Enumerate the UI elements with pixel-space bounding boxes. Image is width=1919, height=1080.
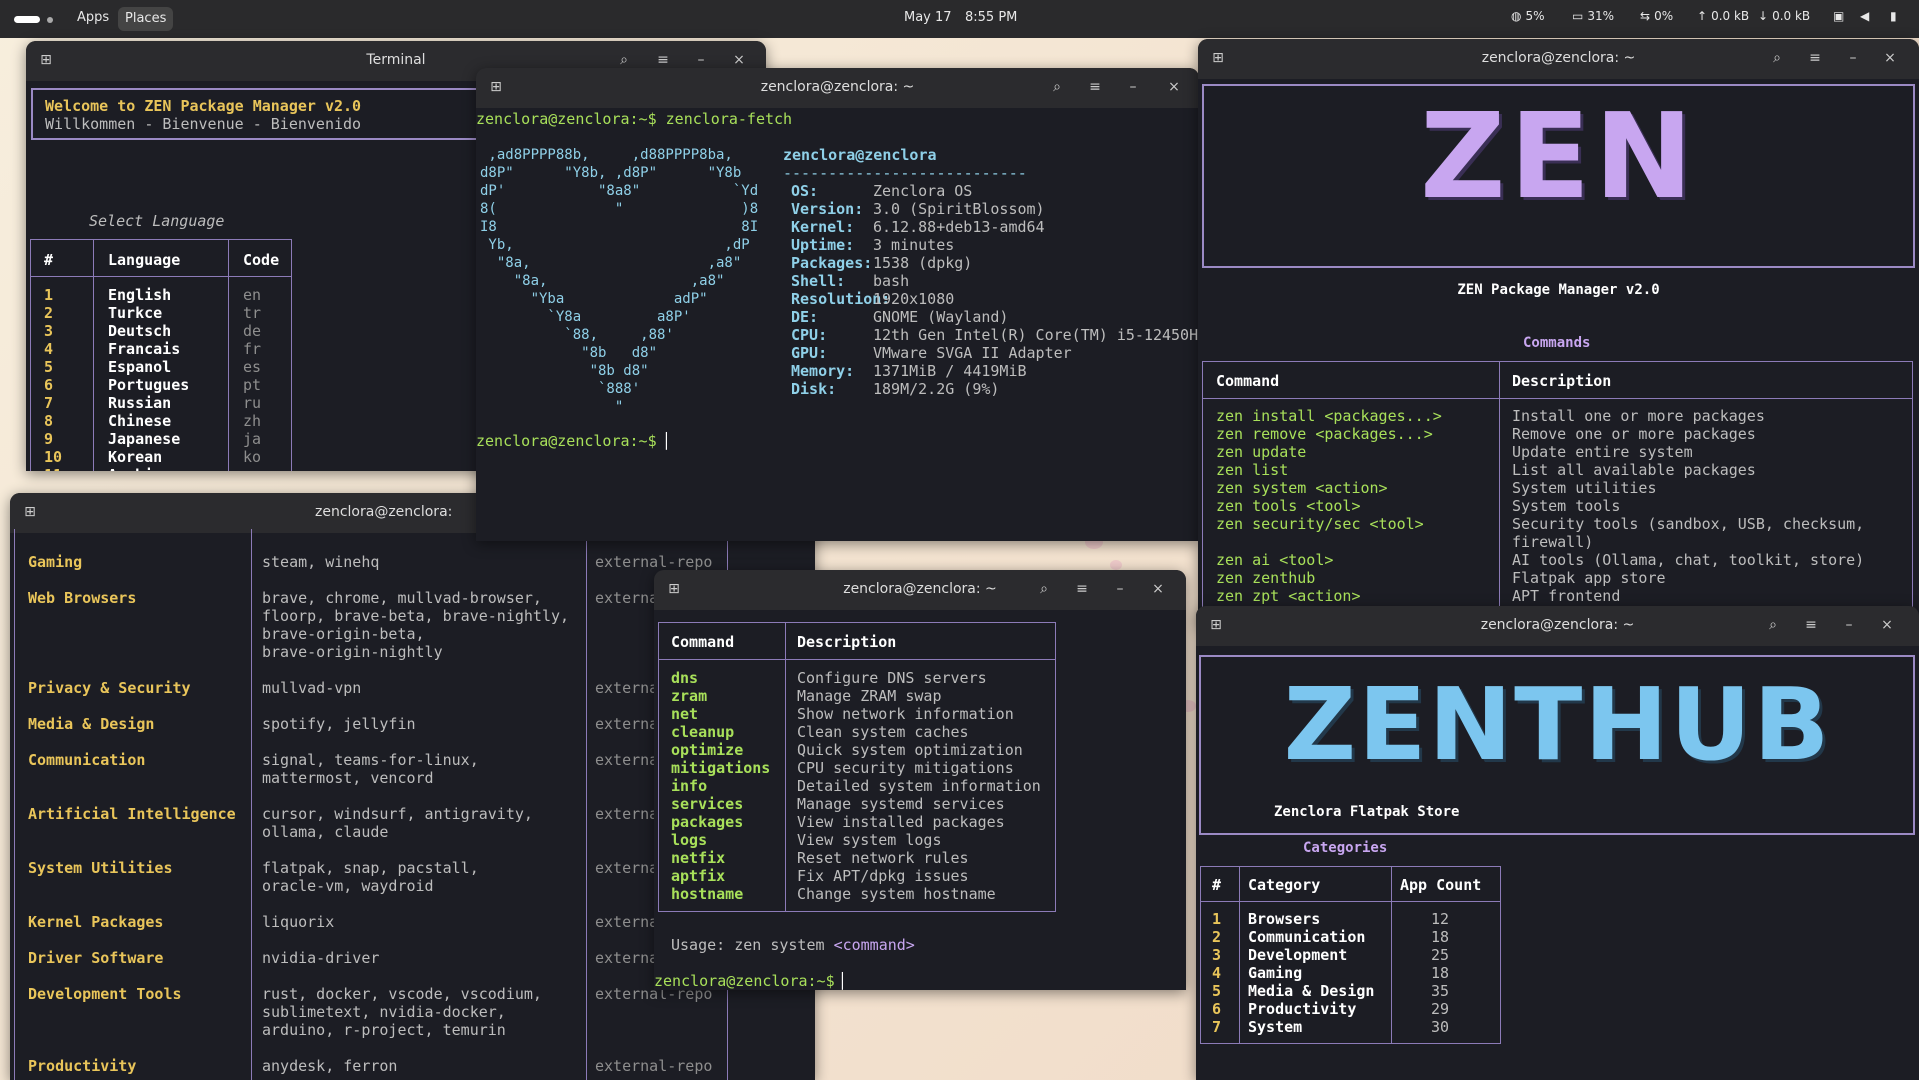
minimize-icon[interactable]: – xyxy=(1123,77,1143,97)
category-names: Browsers Communication Development Gamin… xyxy=(1248,910,1375,1036)
title-bar[interactable]: ⊞ zenclora@zenclora: ~ ⌕ ≡ – × xyxy=(476,68,1199,108)
zenthub-logo: ZENTHUB xyxy=(1283,666,1832,783)
window-title: zenclora@zenclora: ~ xyxy=(843,581,997,597)
minimize-icon[interactable]: – xyxy=(691,50,711,70)
battery-icon[interactable]: ▮ xyxy=(1890,9,1897,23)
package-categories: Gaming Web Browsers Privacy & Security M… xyxy=(28,553,236,1075)
clock-time[interactable]: 8:55 PM xyxy=(965,10,1017,25)
table-header-command: Command xyxy=(1216,372,1280,390)
language-names: English Turkce Deutsch Francais Espanol … xyxy=(108,286,190,471)
title-bar[interactable]: ⊞ zenclora@zenclora: ~ ⌕ ≡ – × xyxy=(654,570,1186,610)
terminal-window-zenthub[interactable]: ⊞ zenclora@zenclora: ~ ⌕ ≡ – × ZENTHUB Z… xyxy=(1196,606,1919,1080)
clock-date[interactable]: May 17 xyxy=(904,10,952,25)
terminal-window-system[interactable]: ⊞ zenclora@zenclora: ~ ⌕ ≡ – × Command D… xyxy=(654,570,1186,990)
zen-logo: ZEN xyxy=(1420,87,1697,225)
terminal-content[interactable]: zenclora@zenclora:~$ zenclora-fetch ,ad8… xyxy=(476,108,1199,541)
table-header-description: Description xyxy=(1512,372,1612,390)
welcome-text: Welcome to ZEN Package Manager v2.0 xyxy=(45,97,362,115)
text-cursor[interactable]: ▏ xyxy=(666,432,675,450)
text-cursor[interactable]: ▏ xyxy=(842,972,851,990)
screen-icon[interactable]: ▣ xyxy=(1833,9,1844,23)
swap-icon: ⇆ xyxy=(1640,9,1651,23)
minimize-icon[interactable]: – xyxy=(1843,48,1863,68)
ascii-heart-logo: ,ad8PPPP88b, ,d88PPPP8ba, d8P" "Y8b, ,d8… xyxy=(480,147,759,415)
window-title: zenclora@zenclora: xyxy=(315,504,453,520)
close-icon[interactable]: × xyxy=(729,50,749,70)
memory-indicator[interactable]: ▭ 31% xyxy=(1572,9,1614,23)
close-icon[interactable]: × xyxy=(1880,48,1900,68)
menu-icon[interactable]: ≡ xyxy=(1801,615,1821,635)
cpu-indicator[interactable]: ◍ 5% xyxy=(1511,9,1545,23)
table-header-num: # xyxy=(44,251,54,269)
workspace-indicator[interactable] xyxy=(14,16,40,23)
fetch-separator: --------------------------- xyxy=(783,164,1027,182)
swap-indicator[interactable]: ⇆ 0% xyxy=(1640,9,1673,23)
memory-icon: ▭ xyxy=(1572,9,1584,23)
section-heading: Categories xyxy=(1303,840,1388,856)
shell-prompt: zenclora@zenclora:~$ xyxy=(476,432,657,450)
volume-icon[interactable]: ◀ xyxy=(1860,9,1869,23)
table-header-app-count: App Count xyxy=(1400,876,1482,894)
minimize-icon[interactable]: – xyxy=(1839,615,1859,635)
table-header-language: Language xyxy=(108,251,181,269)
places-menu[interactable]: Places xyxy=(118,7,174,31)
title-bar[interactable]: ⊞ zenclora@zenclora: ~ ⌕ ≡ – × xyxy=(1196,606,1919,646)
table-header-category: Category xyxy=(1248,876,1321,894)
wallpaper-blossom xyxy=(1110,560,1122,570)
workspace-dot[interactable] xyxy=(47,17,53,23)
system-descriptions: Configure DNS servers Manage ZRAM swap S… xyxy=(797,669,1041,903)
menu-icon[interactable]: ≡ xyxy=(1085,77,1105,97)
package-names: steam, winehq brave, chrome, mullvad-bro… xyxy=(262,553,570,1075)
search-icon[interactable]: ⌕ xyxy=(1047,77,1067,97)
title-bar[interactable]: ⊞ zenclora@zenclora: ~ ⌕ ≡ – × xyxy=(1198,39,1919,79)
download-indicator[interactable]: ↓ 0.0 kB xyxy=(1758,9,1810,23)
terminal-window-fetch[interactable]: ⊞ zenclora@zenclora: ~ ⌕ ≡ – × zenclora@… xyxy=(476,68,1199,541)
table-header-command: Command xyxy=(671,633,735,651)
logo-subtitle: ZEN Package Manager v2.0 xyxy=(1457,282,1660,298)
cpu-icon: ◍ xyxy=(1511,9,1522,23)
search-icon[interactable]: ⌕ xyxy=(1763,615,1783,635)
close-icon[interactable]: × xyxy=(1877,615,1897,635)
table-header-num: # xyxy=(1212,876,1222,894)
table-header-description: Description xyxy=(797,633,897,651)
zen-commands: zen install <packages...> zen remove <pa… xyxy=(1216,407,1442,626)
terminal-window-zen[interactable]: ⊞ zenclora@zenclora: ~ ⌕ ≡ – × ZEN ZEN P… xyxy=(1198,39,1919,626)
shell-prompt: zenclora@zenclora:~$ xyxy=(654,972,835,990)
language-numbers: 1 2 3 4 5 6 7 8 9 10 11 12 xyxy=(44,286,63,471)
system-commands: dns zram net cleanup optimize mitigation… xyxy=(671,669,771,903)
command-line: zenclora@zenclora:~$ zenclora-fetch xyxy=(476,110,793,128)
top-bar: Apps Places May 17 8:55 PM ◍ 5% ▭ 31% ⇆ 0% … xyxy=(0,0,1919,38)
zen-descriptions: Install one or more packages Remove one … xyxy=(1512,407,1865,626)
arrow-up-icon: ↑ xyxy=(1697,9,1708,23)
terminal-content[interactable]: Command Description dns zram net cleanup… xyxy=(654,610,1186,990)
arrow-down-icon: ↓ xyxy=(1758,9,1769,23)
fetch-values: Zenclora OS 3.0 (SpiritBlossom) 6.12.88+… xyxy=(873,182,1199,398)
new-tab-icon[interactable]: ⊞ xyxy=(20,502,40,522)
menu-icon[interactable]: ≡ xyxy=(1072,579,1092,599)
fetch-user: zenclora@zenclora xyxy=(783,146,937,164)
usage-text: Usage: zen system <command> xyxy=(671,936,915,954)
search-icon[interactable]: ⌕ xyxy=(614,50,634,70)
category-counts: 12 18 25 18 35 29 30 xyxy=(1431,910,1450,1036)
logo-subtitle: Zenclora Flatpak Store xyxy=(1274,804,1460,820)
table-header-code: Code xyxy=(243,251,280,269)
terminal-content[interactable]: ZEN ZEN Package Manager v2.0 Commands Co… xyxy=(1198,79,1919,626)
apps-menu[interactable]: Apps xyxy=(77,10,109,25)
menu-icon[interactable]: ≡ xyxy=(1805,48,1825,68)
minimize-icon[interactable]: – xyxy=(1110,579,1130,599)
close-icon[interactable]: × xyxy=(1164,77,1184,97)
section-heading: Commands xyxy=(1523,335,1591,351)
section-heading: Select Language xyxy=(89,212,225,230)
category-numbers: 1 2 3 4 5 6 7 xyxy=(1212,910,1222,1036)
upload-indicator[interactable]: ↑ 0.0 kB xyxy=(1697,9,1749,23)
terminal-content[interactable]: ZENTHUB Zenclora Flatpak Store Categorie… xyxy=(1196,646,1919,1080)
search-icon[interactable]: ⌕ xyxy=(1034,579,1054,599)
language-codes: en tr de fr es pt ru zh ja ko ar hi xyxy=(243,286,262,471)
menu-icon[interactable]: ≡ xyxy=(653,50,673,70)
close-icon[interactable]: × xyxy=(1148,579,1168,599)
search-icon[interactable]: ⌕ xyxy=(1767,48,1787,68)
welcome-subtext: Willkommen - Bienvenue - Bienvenido xyxy=(45,115,362,133)
